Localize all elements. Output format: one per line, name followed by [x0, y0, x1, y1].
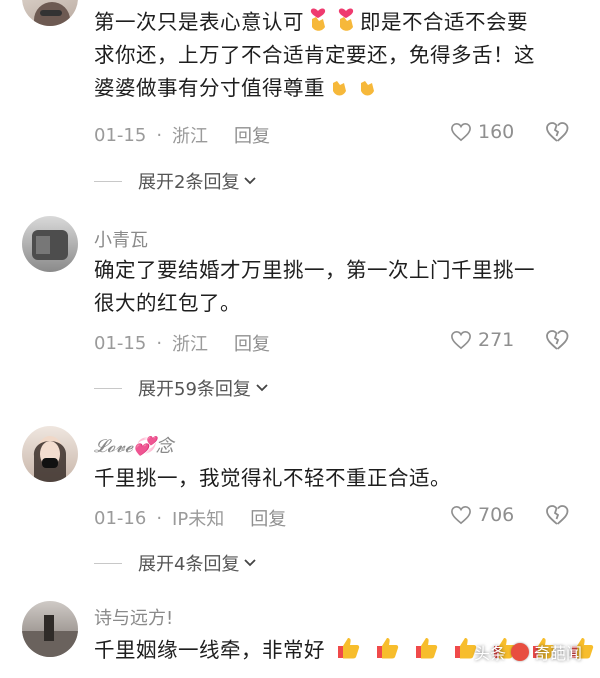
expand-replies-button[interactable]: 展开4条回复: [94, 550, 257, 576]
broken-heart-icon[interactable]: [544, 121, 570, 143]
expand-replies-label: 展开2条回复: [138, 172, 240, 193]
avatar[interactable]: [22, 426, 78, 482]
avatar-photo: [32, 230, 68, 260]
chevron-down-icon: [244, 177, 257, 185]
broken-heart-icon[interactable]: [544, 329, 570, 351]
avatar[interactable]: [22, 601, 78, 657]
username[interactable]: 诗与远方!: [94, 604, 173, 630]
divider: [94, 562, 122, 564]
heart-icon: [451, 505, 471, 525]
watermark-brand: 头条: [474, 644, 507, 663]
thumbs-up-emoji: [377, 638, 399, 659]
comment-location: 浙江: [172, 126, 209, 147]
avatar-photo: [34, 2, 70, 26]
heart-icon: [451, 122, 471, 142]
comment-text-line: 确定了要结婚才万里挑一，第一次上门千里挑一: [94, 258, 535, 282]
comment-meta: 01-15 · 浙江 回复: [94, 330, 270, 356]
comment-date: 01-16: [94, 507, 147, 529]
like-button[interactable]: 160: [450, 121, 514, 143]
meta-separator: ·: [156, 507, 163, 529]
comment-meta: 01-15 · 浙江 回复: [94, 122, 270, 148]
heart-hands-emoji: [361, 81, 374, 96]
divider: [94, 387, 122, 389]
avatar[interactable]: [22, 216, 78, 272]
comment-location: IP未知: [172, 509, 225, 530]
watermark-account: 奇葩闻: [534, 644, 583, 663]
reply-button[interactable]: 回复: [234, 122, 270, 148]
avatar[interactable]: [22, 0, 78, 26]
heart-hands-emoji: [333, 81, 346, 96]
username[interactable]: 小青瓦: [94, 226, 148, 252]
expand-replies-button[interactable]: 展开59条回复: [94, 375, 269, 401]
chevron-down-icon: [244, 559, 257, 567]
like-count: 271: [478, 329, 515, 351]
broken-heart-icon[interactable]: [544, 504, 570, 526]
comment-date: 01-15: [94, 124, 147, 146]
like-count: 706: [478, 504, 515, 526]
expand-replies-label: 展开59条回复: [138, 379, 251, 400]
username[interactable]: 𝓛𝓸𝓿𝓮💞念: [94, 432, 174, 458]
comment-text: 千里挑一，我觉得礼不轻不重正合适。: [94, 462, 574, 495]
comment-text-line: 即是不合适不会要: [360, 10, 528, 34]
divider: [94, 180, 122, 182]
like-button[interactable]: 706: [450, 504, 514, 526]
comment-location: 浙江: [172, 334, 209, 355]
meta-separator: ·: [156, 124, 163, 146]
comment-text-line: 很大的红包了。: [94, 291, 241, 315]
like-count: 160: [478, 121, 515, 143]
expand-replies-label: 展开4条回复: [138, 554, 240, 575]
heart-hands-emoji: [310, 8, 326, 31]
meta-separator: ·: [156, 332, 163, 354]
chevron-down-icon: [256, 384, 268, 392]
watermark-logo-icon: [511, 643, 530, 661]
avatar-photo: [33, 436, 67, 482]
heart-icon: [451, 330, 471, 350]
avatar-photo: [22, 615, 78, 657]
reply-button[interactable]: 回复: [234, 330, 270, 356]
expand-replies-button[interactable]: 展开2条回复: [94, 168, 257, 194]
comment-text-line: 婆婆做事有分寸值得尊重: [94, 76, 325, 100]
reply-button[interactable]: 回复: [250, 505, 286, 531]
thumbs-up-emoji: [338, 638, 360, 659]
comment-date: 01-15: [94, 332, 147, 354]
comment-text-line: 千里挑一，我觉得礼不轻不重正合适。: [94, 466, 451, 490]
thumbs-up-emoji: [416, 638, 438, 659]
comment-text: 第一次只是表心意认可 即是不合适不会要 求你还，上万了不合适肯定要还，免得多舌！这…: [94, 6, 574, 105]
comment-meta: 01-16 · IP未知 回复: [94, 505, 286, 531]
heart-hands-emoji: [338, 8, 354, 31]
comment-text-line: 求你还，上万了不合适肯定要还，免得多舌！这: [94, 43, 535, 67]
comment-text-line: 第一次只是表心意认可: [94, 10, 304, 34]
comment-text-line: 千里姻缘一线牵，非常好: [94, 638, 325, 662]
watermark: 头条 奇葩闻: [474, 640, 582, 664]
like-button[interactable]: 271: [450, 329, 514, 351]
comment-text: 确定了要结婚才万里挑一，第一次上门千里挑一 很大的红包了。: [94, 254, 574, 320]
